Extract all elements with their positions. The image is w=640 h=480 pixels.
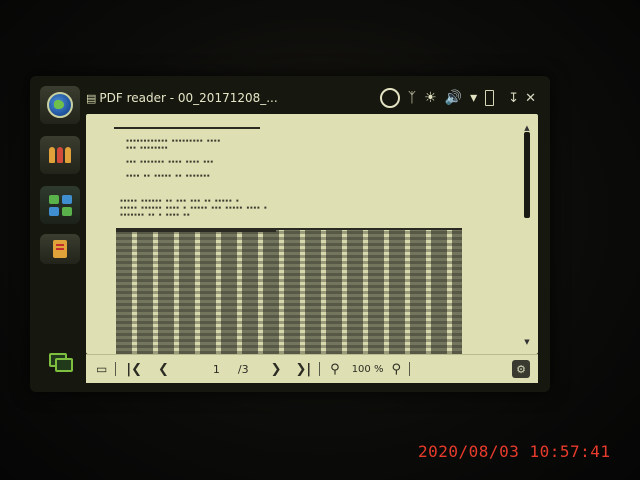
sidebar-item-contacts[interactable] (40, 136, 80, 174)
globe-icon (47, 92, 73, 118)
wifi-icon[interactable]: ▾ (470, 91, 477, 105)
data-table (116, 228, 462, 354)
zoom-level[interactable]: 100 % (352, 364, 384, 375)
current-page-field[interactable]: 1 (213, 363, 220, 376)
close-icon[interactable]: ✕ (525, 91, 536, 106)
previous-page-icon[interactable]: ❮ (158, 363, 169, 376)
vertical-scrollbar[interactable]: ▲ ▼ (522, 124, 532, 350)
pdf-toolbar: ▭ |❮ ❮ 1 /3 ❯ ❯| ⚲ 100 % ⚲ ⚙ (86, 354, 538, 383)
pdf-page: ▪▪▪▪▪▪▪▪▪▪▪▪ ▪▪▪▪▪▪▪▪▪ ▪▪▪▪ ▪▪▪ ▪▪▪▪▪▪▪▪… (86, 114, 516, 354)
table-header-rule (116, 230, 276, 232)
last-page-icon[interactable]: ❯| (296, 363, 312, 376)
scroll-up-icon[interactable]: ▲ (522, 124, 532, 132)
page-rule (114, 127, 260, 129)
camera-timestamp: 2020/08/03 10:57:41 (418, 442, 611, 461)
scroll-thumb[interactable] (524, 132, 530, 218)
scroll-down-icon[interactable]: ▼ (522, 338, 532, 346)
pdf-viewer[interactable]: ▪▪▪▪▪▪▪▪▪▪▪▪ ▪▪▪▪▪▪▪▪▪ ▪▪▪▪ ▪▪▪ ▪▪▪▪▪▪▪▪… (86, 114, 538, 354)
sidebar-item-documents[interactable] (40, 234, 80, 264)
folder-icon[interactable]: ▭ (96, 363, 107, 375)
page-total-label: /3 (237, 362, 249, 376)
toolbar-divider (409, 362, 410, 376)
page-header-text: ▪▪▪▪▪▪▪▪▪▪▪▪ ▪▪▪▪▪▪▪▪▪ ▪▪▪▪ ▪▪▪ ▪▪▪▪▪▪▪▪… (126, 138, 221, 179)
zoom-in-icon[interactable]: ⚲ (391, 363, 401, 376)
title-bar: ▤ PDF reader - 00_20171208_... ᛉ ☀ 🔊 ▾ ↧… (86, 84, 542, 112)
people-icon (49, 147, 71, 163)
apps-grid-icon (48, 194, 72, 216)
brightness-icon[interactable]: ☀ (424, 91, 437, 105)
sidebar-item-switch-windows[interactable] (40, 346, 80, 376)
scroll-track[interactable] (522, 132, 532, 338)
ring-icon[interactable] (379, 88, 400, 108)
window-title: PDF reader - 00_20171208_... (99, 91, 278, 105)
settings-icon[interactable]: ⚙ (512, 360, 530, 378)
bluetooth-icon[interactable]: ᛉ (408, 91, 416, 105)
volume-icon[interactable]: 🔊 (445, 91, 462, 105)
first-page-icon[interactable]: |❮ (126, 363, 142, 376)
zoom-out-icon[interactable]: ⚲ (330, 363, 340, 376)
windows-icon (49, 353, 73, 372)
status-area: ᛉ ☀ 🔊 ▾ (379, 88, 495, 108)
next-page-icon[interactable]: ❯ (271, 363, 282, 376)
page-info-text: ▪▪▪▪▪ ▪▪▪▪▪▪ ▪▪ ▪▪▪ ▪▪▪ ▪▪ ▪▪▪▪▪ ▪ ▪▪▪▪▪… (120, 198, 268, 218)
minimize-icon[interactable]: ↧ (508, 91, 519, 106)
toolbar-divider (115, 362, 117, 376)
battery-icon (485, 90, 495, 106)
launcher-sidebar (36, 84, 84, 384)
document-app-icon (53, 240, 67, 258)
toolbar-divider (319, 362, 321, 376)
sidebar-item-browser[interactable] (40, 86, 80, 124)
document-icon: ▤ (86, 91, 97, 105)
sidebar-item-apps[interactable] (40, 186, 80, 224)
